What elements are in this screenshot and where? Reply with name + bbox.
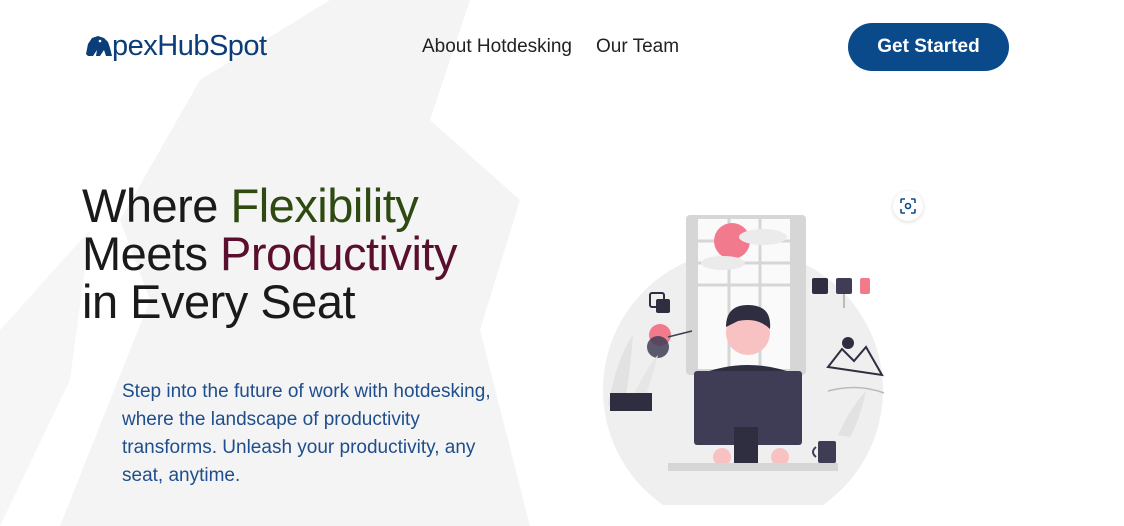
headline-text: Meets xyxy=(82,227,221,280)
headline-line-2: Meets Productivity xyxy=(82,230,457,278)
visual-search-button[interactable] xyxy=(893,191,923,221)
headline-line-1: Where Flexibility xyxy=(82,182,457,230)
nav-our-team[interactable]: Our Team xyxy=(596,34,679,60)
headline-accent-flexibility: Flexibility xyxy=(230,179,419,232)
headline-text: Where xyxy=(82,179,231,232)
hero-headline: Where Flexibility Meets Productivity in … xyxy=(82,182,457,326)
gorilla-logo-icon xyxy=(86,36,112,56)
nav-about-hotdesking[interactable]: About Hotdesking xyxy=(422,34,572,60)
headline-accent-productivity: Productivity xyxy=(220,227,457,280)
logo-link[interactable]: pexHubSpot xyxy=(82,30,267,62)
logo-text: pexHubSpot xyxy=(112,30,267,62)
main-nav: About Hotdesking Our Team xyxy=(422,34,679,60)
headline-line-3: in Every Seat xyxy=(82,275,356,328)
hero-subtext: Step into the future of work with hotdes… xyxy=(122,381,491,486)
person-at-computer-illustration xyxy=(603,215,885,505)
get-started-button[interactable]: Get Started xyxy=(848,23,1009,71)
scan-icon xyxy=(900,198,916,214)
